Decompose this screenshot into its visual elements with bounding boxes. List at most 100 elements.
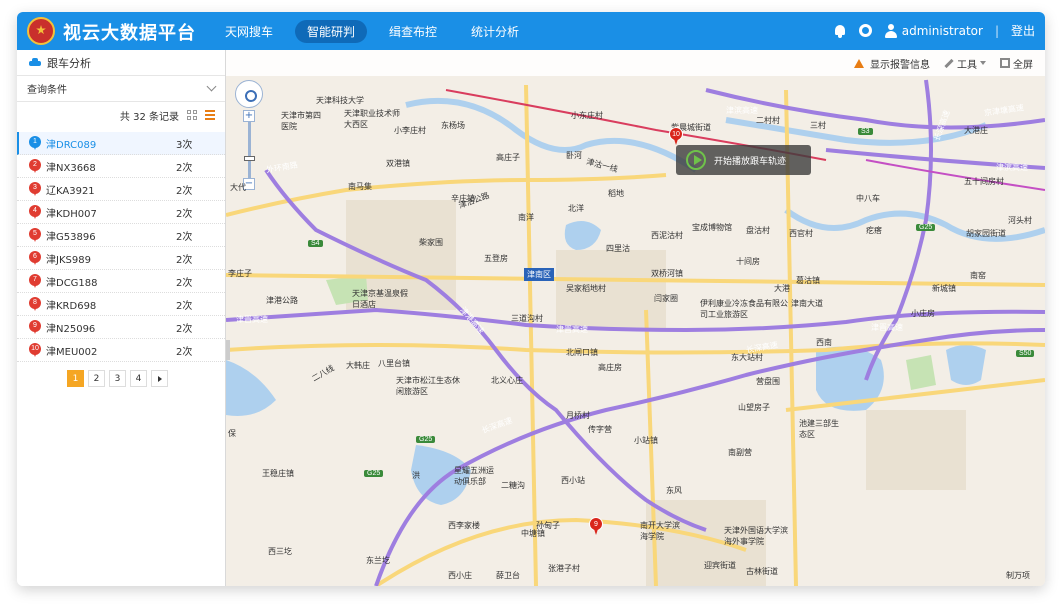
- fullscreen-icon: [1000, 58, 1010, 68]
- highway-shield: S50: [1016, 350, 1035, 357]
- list-item[interactable]: 4 津KDH007 2次: [17, 201, 225, 224]
- place-label: 西小站: [561, 476, 585, 485]
- place-label: 东风: [666, 486, 682, 495]
- place-label: 西李家楼: [448, 521, 480, 530]
- place-label: 小站镇: [634, 436, 658, 445]
- place-label: 南副营: [728, 448, 752, 457]
- map-pin-icon: 4: [29, 205, 41, 219]
- place-label: 大韩庄: [346, 361, 370, 370]
- zoom-slider-thumb[interactable]: [243, 156, 255, 161]
- fullscreen-button[interactable]: 全屏: [1000, 56, 1033, 71]
- list-item[interactable]: 10 津MEU002 2次: [17, 339, 225, 362]
- place-label: 盘沽村: [746, 226, 770, 235]
- district-label: 津南区: [524, 268, 554, 281]
- place-label: 四里沽: [606, 244, 630, 253]
- top-navbar: 视云大数据平台 天网搜车 智能研判 缉查布控 统计分析 administrato…: [17, 12, 1045, 50]
- panel-title-text: 跟车分析: [47, 56, 91, 70]
- pagination: 1 2 3 4: [17, 370, 225, 387]
- grid-view-icon[interactable]: [187, 110, 197, 120]
- zoom-control: + −: [243, 110, 255, 192]
- place-label: 星耀五洲运动俱乐部: [454, 466, 494, 486]
- list-item[interactable]: 7 津DCG188 2次: [17, 270, 225, 293]
- place-label: 大港庄: [964, 126, 988, 135]
- zoom-slider[interactable]: [243, 122, 255, 178]
- page-1-button[interactable]: 1: [67, 370, 84, 387]
- place-label: 疙瘩: [866, 226, 882, 235]
- place-label: 北义心庄: [491, 376, 523, 385]
- track-marker[interactable]: 9: [589, 517, 603, 535]
- place-label: 营盘围: [756, 377, 780, 386]
- highway-shield: G25: [416, 436, 436, 443]
- map-pin-icon: 8: [29, 297, 41, 311]
- list-item[interactable]: 5 津G53896 2次: [17, 224, 225, 247]
- place-label: 天津京基温泉假日酒店: [352, 289, 408, 309]
- play-track-tooltip[interactable]: 开始播放跟车轨迹: [676, 145, 811, 175]
- username: administrator: [901, 23, 983, 38]
- place-label: 薛卫台: [496, 571, 520, 580]
- list-item[interactable]: 6 津JKS989 2次: [17, 247, 225, 270]
- road-label: 津滨高速: [996, 163, 1028, 172]
- show-alarm-toggle[interactable]: 显示报警信息: [854, 56, 930, 71]
- track-marker[interactable]: 10: [669, 127, 683, 145]
- logout-link[interactable]: 登出: [1011, 22, 1035, 39]
- list-item[interactable]: 8 津KRD698 2次: [17, 293, 225, 316]
- place-label: 张港子村: [548, 564, 580, 573]
- place-label: 十间房: [736, 257, 760, 266]
- place-label: 李庄子: [228, 269, 252, 278]
- nav-smart-analysis[interactable]: 智能研判: [295, 20, 368, 43]
- record-count: 共 32 条记录: [119, 111, 179, 123]
- road-label: 津南大道: [791, 299, 823, 308]
- page-4-button[interactable]: 4: [130, 370, 147, 387]
- highway-shield: S4: [308, 240, 323, 247]
- place-label: 天津科技大学: [316, 96, 364, 105]
- map-pin-icon: 2: [29, 159, 41, 173]
- map-pin-icon: 1: [29, 136, 41, 150]
- panel-title: 跟车分析: [17, 50, 225, 76]
- nav-deployment-control[interactable]: 缉查布控: [377, 20, 449, 43]
- place-label: 新城镇: [932, 284, 956, 293]
- list-item[interactable]: 9 津N25096 2次: [17, 316, 225, 339]
- chevron-down-icon: [206, 81, 217, 92]
- tools-dropdown[interactable]: 工具: [944, 56, 986, 71]
- car-icon: [29, 57, 41, 68]
- road-label: 津晋高速: [871, 323, 903, 332]
- list-view-icon[interactable]: [205, 110, 215, 120]
- place-label: 五十间房村: [964, 177, 1004, 186]
- play-icon[interactable]: [686, 150, 706, 170]
- list-item[interactable]: 2 津NX3668 2次: [17, 155, 225, 178]
- gear-icon[interactable]: [858, 24, 872, 37]
- zoom-in-button[interactable]: +: [243, 110, 255, 122]
- map-view[interactable]: 显示报警信息 工具 全屏 + − 津南区 S4 S3 G25 G25 S50 G…: [226, 50, 1045, 586]
- place-label: 西官村: [789, 229, 813, 238]
- follow-count: 2次: [176, 300, 193, 312]
- user-menu[interactable]: administrator: [884, 23, 983, 38]
- main-nav: 天网搜车 智能研判 缉查布控 统计分析: [213, 20, 531, 43]
- place-label: 柴家围: [419, 238, 443, 247]
- place-label: 小庄房: [911, 309, 935, 318]
- warning-icon: [854, 58, 864, 68]
- place-label: 天津市松江生态休闲旅游区: [396, 376, 460, 396]
- place-label: 宝成博物馆: [692, 223, 732, 232]
- nav-statistics[interactable]: 统计分析: [459, 20, 531, 43]
- map-pan-control[interactable]: [235, 80, 263, 108]
- query-conditions-toggle[interactable]: 查询条件: [17, 76, 225, 102]
- place-label: 传字营: [588, 425, 612, 434]
- place-label: 迎宾街道: [704, 561, 736, 570]
- follow-count: 2次: [176, 162, 193, 174]
- sidebar-collapse-handle[interactable]: [226, 340, 230, 360]
- page-3-button[interactable]: 3: [109, 370, 126, 387]
- place-label: 高庄子: [496, 153, 520, 162]
- list-item[interactable]: 1 津DRC089 3次: [17, 132, 225, 155]
- highway-shield: G25: [364, 470, 384, 477]
- play-track-text: 开始播放跟车轨迹: [714, 156, 787, 167]
- police-emblem-icon: [27, 17, 55, 45]
- bell-icon[interactable]: [833, 24, 847, 38]
- place-label: 二糖沟: [501, 481, 525, 490]
- follow-count: 2次: [176, 323, 193, 335]
- list-item[interactable]: 3 辽KA3921 2次: [17, 178, 225, 201]
- place-label: 胡家园街道: [966, 229, 1006, 238]
- page-2-button[interactable]: 2: [88, 370, 105, 387]
- place-label: 双港镇: [386, 159, 410, 168]
- nav-tianwang-search[interactable]: 天网搜车: [213, 20, 285, 43]
- next-page-button[interactable]: [151, 370, 168, 387]
